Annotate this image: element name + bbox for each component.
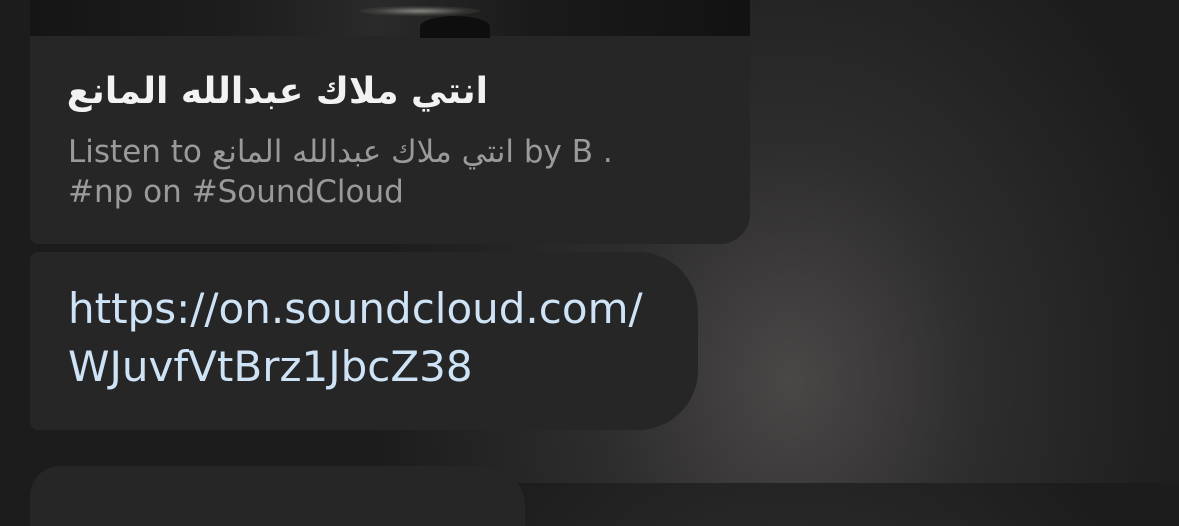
message-bubble-next[interactable]: [30, 466, 525, 526]
url-line-1[interactable]: https://on.soundcloud.com/: [68, 280, 688, 338]
preview-description-line-2: #np on #SoundCloud: [68, 174, 404, 210]
url-line-2[interactable]: WJuvfVtBrz1JbcZ38: [68, 338, 688, 396]
soundcloud-url-link[interactable]: https://on.soundcloud.com/ WJuvfVtBrz1Jb…: [68, 280, 688, 396]
soundcloud-link-preview-card[interactable]: انتي ملاك عبدالله المانع Listen to انتي …: [30, 0, 750, 244]
thumbnail-rock-silhouette: [420, 16, 490, 38]
preview-description: Listen to انتي ملاك عبدالله المانع by B …: [68, 132, 708, 212]
thumbnail-light-reflection: [360, 6, 480, 16]
preview-description-line-1: Listen to انتي ملاك عبدالله المانع by B …: [68, 134, 613, 170]
message-bubble-link[interactable]: https://on.soundcloud.com/ WJuvfVtBrz1Jb…: [30, 252, 698, 430]
preview-thumbnail-image[interactable]: [30, 0, 750, 38]
preview-title: انتي ملاك عبدالله المانع: [66, 71, 488, 112]
